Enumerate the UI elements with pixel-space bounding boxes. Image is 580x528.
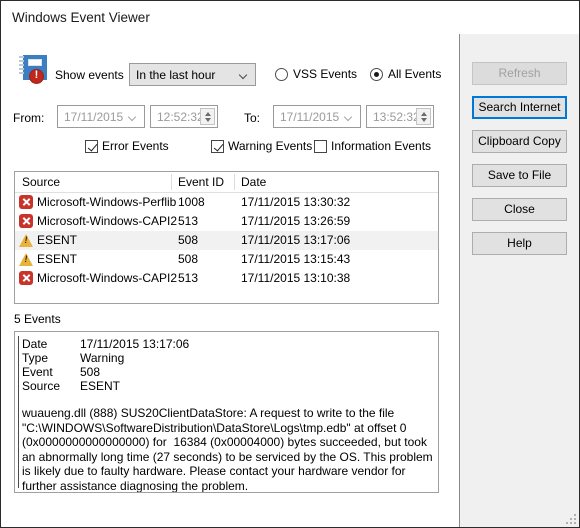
radio-circle-icon bbox=[275, 68, 288, 81]
detail-key: Event bbox=[22, 365, 53, 379]
row-event-id: 508 bbox=[178, 233, 199, 247]
clipboard-copy-button[interactable]: Clipboard Copy bbox=[472, 130, 567, 153]
checkbox-error-events-label: Error Events bbox=[102, 139, 169, 153]
detail-key: Date bbox=[22, 337, 48, 351]
column-divider bbox=[234, 174, 235, 190]
save-to-file-button[interactable]: Save to File bbox=[472, 164, 567, 187]
event-count-label: 5 Events bbox=[14, 312, 61, 326]
checkbox-checked-icon bbox=[85, 140, 98, 153]
from-date-value: 17/11/2015 bbox=[64, 110, 124, 124]
detail-key: Source bbox=[22, 379, 61, 393]
detail-key: Type bbox=[22, 351, 49, 365]
from-date-field[interactable]: 17/11/2015 bbox=[57, 105, 145, 128]
row-event-id: 513 bbox=[178, 271, 199, 285]
title-bar: Windows Event Viewer bbox=[1, 1, 579, 34]
refresh-button[interactable]: Refresh bbox=[472, 62, 567, 85]
warning-icon bbox=[19, 233, 33, 247]
row-event-id: 1008 bbox=[178, 195, 205, 209]
detail-value: ESENT bbox=[80, 379, 121, 393]
checkbox-checked-icon bbox=[211, 140, 224, 153]
to-label: To: bbox=[244, 111, 261, 125]
error-icon bbox=[19, 195, 33, 209]
to-time-spinner[interactable] bbox=[416, 108, 431, 125]
row-event-id: 508 bbox=[178, 252, 199, 266]
warning-icon bbox=[19, 252, 33, 266]
row-event-id: 513 bbox=[178, 214, 199, 228]
row-date: 17/11/2015 13:17:06 bbox=[241, 233, 351, 247]
error-icon bbox=[19, 271, 33, 285]
column-header-date[interactable]: Date bbox=[241, 175, 266, 189]
to-date-value: 17/11/2015 bbox=[280, 110, 340, 124]
to-time-field[interactable]: 13:52:32 bbox=[366, 105, 434, 128]
resize-grip[interactable] bbox=[565, 513, 576, 524]
help-button[interactable]: Help bbox=[472, 232, 567, 255]
detail-value: 508 bbox=[80, 365, 101, 379]
to-time-value: 13:52:32 bbox=[373, 110, 420, 124]
from-time-spinner[interactable] bbox=[200, 108, 215, 125]
chevron-down-icon bbox=[240, 72, 248, 77]
show-events-label: Show events bbox=[55, 68, 124, 82]
row-source: Microsoft-Windows-Perflib bbox=[37, 195, 177, 209]
error-badge-icon bbox=[29, 69, 44, 84]
search-internet-button[interactable]: Search Internet bbox=[472, 96, 567, 119]
table-row-selected[interactable]: ESENT 508 17/11/2015 13:17:06 bbox=[15, 231, 438, 250]
table-row[interactable]: Microsoft-Windows-Perflib 1008 17/11/201… bbox=[15, 193, 438, 212]
time-range-combo[interactable]: In the last hour bbox=[129, 63, 256, 86]
row-date: 17/11/2015 13:26:59 bbox=[241, 214, 351, 228]
from-time-field[interactable]: 12:52:32 bbox=[150, 105, 218, 128]
chevron-down-icon bbox=[129, 114, 137, 119]
row-source: Microsoft-Windows-CAPI2 bbox=[37, 271, 178, 285]
row-date: 17/11/2015 13:30:32 bbox=[241, 195, 351, 209]
radio-vss-events-label: VSS Events bbox=[293, 67, 358, 81]
error-icon bbox=[19, 214, 33, 228]
text-caret bbox=[18, 336, 19, 488]
checkbox-information-events-label: Information Events bbox=[331, 139, 432, 153]
event-viewer-window: Windows Event Viewer Show events In the … bbox=[0, 0, 580, 528]
notebook-label bbox=[28, 59, 42, 66]
close-button[interactable]: Close bbox=[472, 198, 567, 221]
event-detail-pane[interactable]: Date 17/11/2015 13:17:06 Type Warning Ev… bbox=[14, 331, 439, 493]
event-list[interactable]: Source Event ID Date Microsoft-Windows-P… bbox=[14, 171, 439, 304]
event-log-error-icon bbox=[19, 55, 48, 84]
row-date: 17/11/2015 13:10:38 bbox=[241, 271, 351, 285]
detail-value: Warning bbox=[80, 351, 125, 365]
checkbox-warning-events-label: Warning Events bbox=[228, 139, 313, 153]
radio-all-events-label: All Events bbox=[388, 67, 442, 81]
table-row[interactable]: Microsoft-Windows-CAPI2 513 17/11/2015 1… bbox=[15, 212, 438, 231]
column-divider bbox=[171, 174, 172, 190]
checkbox-unchecked-icon bbox=[314, 140, 327, 153]
chevron-down-icon bbox=[345, 114, 353, 119]
table-row[interactable]: ESENT 508 17/11/2015 13:15:43 bbox=[15, 250, 438, 269]
radio-circle-selected-icon bbox=[370, 68, 383, 81]
table-row[interactable]: Microsoft-Windows-CAPI2 513 17/11/2015 1… bbox=[15, 269, 438, 288]
to-date-field[interactable]: 17/11/2015 bbox=[273, 105, 361, 128]
column-header-event-id[interactable]: Event ID bbox=[178, 175, 224, 189]
detail-value: 17/11/2015 13:17:06 bbox=[80, 337, 190, 351]
from-time-value: 12:52:32 bbox=[157, 110, 204, 124]
column-header-source[interactable]: Source bbox=[22, 175, 60, 189]
from-label: From: bbox=[13, 111, 45, 125]
time-range-value: In the last hour bbox=[136, 68, 216, 82]
page-title: Windows Event Viewer bbox=[12, 10, 150, 25]
row-source: ESENT bbox=[37, 233, 78, 247]
notebook-spiral bbox=[19, 56, 24, 79]
row-source: ESENT bbox=[37, 252, 78, 266]
row-date: 17/11/2015 13:15:43 bbox=[241, 252, 351, 266]
detail-description: wuaueng.dll (888) SUS20ClientDataStore: … bbox=[22, 406, 436, 493]
row-source: Microsoft-Windows-CAPI2 bbox=[37, 214, 178, 228]
button-panel: Refresh Search Internet Clipboard Copy S… bbox=[459, 34, 579, 527]
event-list-header: Source Event ID Date bbox=[15, 172, 438, 193]
